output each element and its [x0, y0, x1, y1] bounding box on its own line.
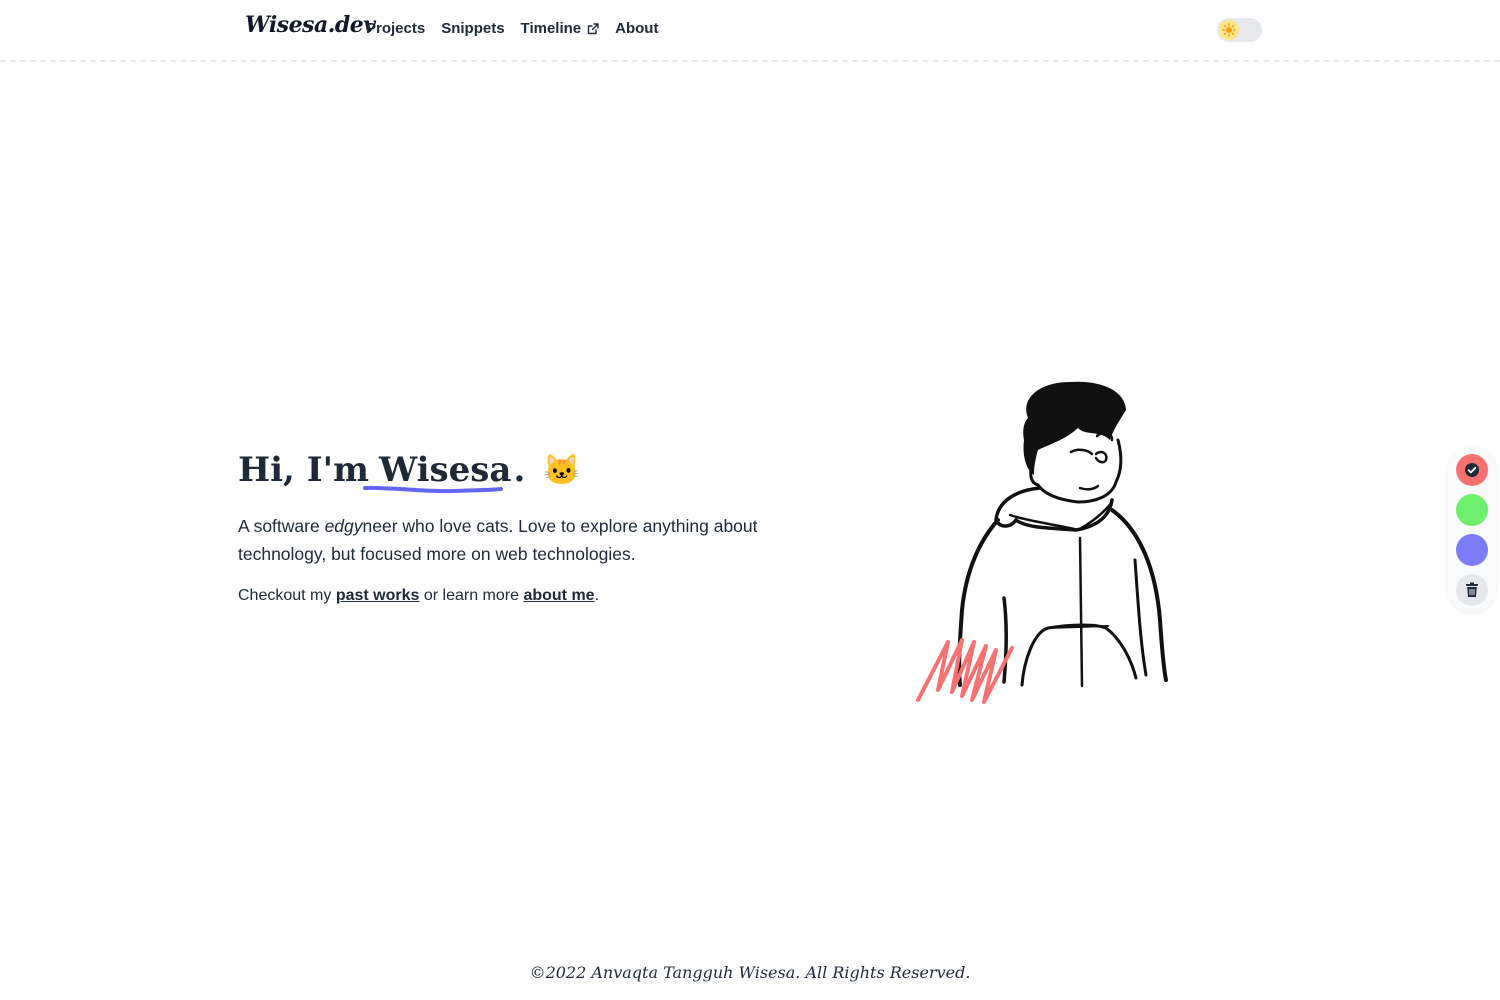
swatch-blue[interactable] — [1456, 534, 1488, 566]
past-works-link[interactable]: past works — [336, 587, 420, 604]
cat-emoji: 🐱 — [543, 452, 581, 488]
avatar-illustration — [916, 381, 1168, 704]
about-me-link[interactable]: about me — [523, 587, 594, 604]
hero-intro: A software edgyneer who love cats. Love … — [238, 512, 798, 568]
trash-icon — [1466, 582, 1478, 597]
sun-icon — [1222, 23, 1236, 37]
page: Wisesa.dev Projects Snippets Timeline Ab… — [0, 0, 1500, 1000]
clear-drawing-button[interactable] — [1456, 574, 1488, 606]
hero-period: . — [513, 450, 526, 490]
swatch-green[interactable] — [1456, 494, 1488, 526]
check-icon — [1465, 463, 1479, 477]
site-logo[interactable]: Wisesa.dev — [245, 12, 376, 38]
main-nav: Projects Snippets Timeline About — [366, 20, 658, 37]
external-link-icon — [587, 22, 599, 34]
hero-name-wrap: Wisesa — [363, 450, 512, 494]
hero-cta: Checkout my past works or learn more abo… — [238, 585, 599, 607]
cta-suffix: . — [594, 587, 600, 604]
nav-projects[interactable]: Projects — [366, 20, 425, 37]
cta-middle: or learn more — [419, 587, 524, 604]
color-palette — [1448, 446, 1496, 612]
theme-toggle[interactable] — [1217, 18, 1262, 42]
intro-prefix: A software — [238, 516, 325, 536]
intro-emphasis: edgy — [324, 516, 363, 536]
nav-label: Projects — [366, 20, 426, 37]
site-footer: ©2022 Anvaqta Tangguh Wisesa. All Rights… — [529, 963, 971, 982]
hero-name: Wisesa — [379, 450, 512, 490]
nav-label: Snippets — [441, 20, 505, 37]
swatch-red[interactable] — [1456, 454, 1488, 486]
theme-knob — [1219, 20, 1239, 40]
nav-label: About — [615, 20, 659, 37]
site-header: Wisesa.dev Projects Snippets Timeline Ab… — [0, 0, 1500, 62]
nav-timeline[interactable]: Timeline — [521, 20, 600, 37]
nav-snippets[interactable]: Snippets — [441, 20, 504, 37]
cta-prefix: Checkout my — [238, 587, 336, 604]
nav-about[interactable]: About — [615, 20, 658, 37]
nav-label: Timeline — [520, 20, 582, 37]
hero-title: Hi, I'm Wisesa . 🐱 — [238, 450, 581, 494]
hero-greeting: Hi, I'm — [238, 450, 370, 490]
